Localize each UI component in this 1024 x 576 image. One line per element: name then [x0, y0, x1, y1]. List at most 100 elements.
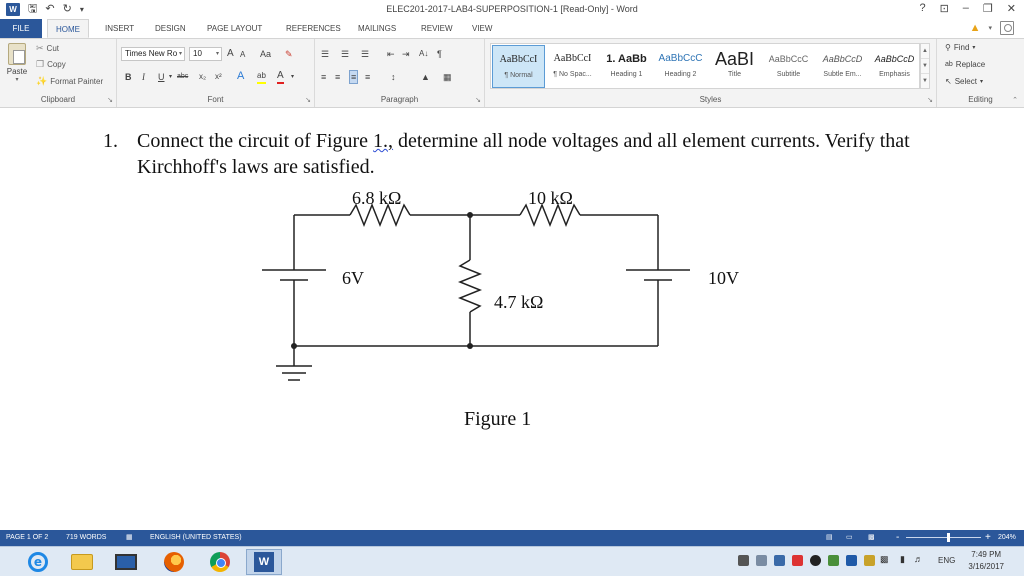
select-button[interactable]: ↖ Select ▾ — [945, 77, 983, 86]
taskbar-chrome[interactable] — [202, 549, 238, 575]
gallery-down-icon[interactable]: ▼ — [921, 59, 929, 74]
replace-button[interactable]: ab Replace — [945, 60, 985, 69]
gallery-up-icon[interactable]: ▲ — [921, 44, 929, 59]
italic-button[interactable]: I — [142, 71, 145, 83]
word-count[interactable]: 719 WORDS — [66, 530, 106, 546]
taskbar-remote-desktop[interactable] — [108, 549, 144, 575]
style-heading-2[interactable]: AaBbCcC Heading 2 — [654, 45, 707, 88]
bold-button[interactable]: B — [125, 71, 132, 83]
gallery-more-icon[interactable]: ▼ — [921, 74, 929, 89]
paragraph-launcher-icon[interactable]: ↘ — [475, 96, 481, 104]
tab-home[interactable]: HOME — [47, 19, 89, 38]
grow-font-button[interactable]: A — [227, 48, 234, 60]
underline-button[interactable]: U — [158, 71, 165, 83]
align-right-icon[interactable]: ≡ — [349, 70, 359, 84]
sort-button[interactable]: A↓ — [419, 48, 428, 60]
cut-button[interactable]: ✂ Cut — [36, 43, 59, 54]
style-subtle-emphasis[interactable]: AaBbCcD Subtle Em... — [816, 45, 869, 88]
web-layout-icon[interactable]: ▩ — [868, 530, 875, 546]
style-no-spacing[interactable]: AaBbCcI ¶ No Spac... — [546, 45, 599, 88]
clipboard-launcher-icon[interactable]: ↘ — [107, 96, 113, 104]
font-launcher-icon[interactable]: ↘ — [305, 96, 311, 104]
tray-security-icon[interactable] — [810, 555, 821, 566]
style-heading-1[interactable]: 1. AaBb Heading 1 — [600, 45, 653, 88]
tab-insert[interactable]: INSERT — [97, 19, 142, 38]
tray-display-icon[interactable] — [846, 555, 857, 566]
signal-icon[interactable]: ▩ — [880, 554, 889, 565]
change-case-button[interactable]: Aa — [260, 48, 271, 60]
font-size-dropdown[interactable]: 10 ▾ — [189, 47, 222, 61]
increase-indent-icon[interactable]: ⇥ — [402, 48, 410, 60]
justify-icon[interactable]: ≡ — [365, 71, 370, 83]
document-page[interactable]: 1. Connect the circuit of Figure 1., det… — [0, 108, 1024, 530]
font-name-dropdown[interactable]: Times New Ro ▾ — [121, 47, 185, 61]
tray-app-icon[interactable] — [738, 555, 749, 566]
taskbar-file-explorer[interactable] — [64, 549, 100, 575]
proofing-icon[interactable]: ▦ — [126, 530, 133, 546]
multilevel-list-icon[interactable]: ☰ — [361, 48, 369, 60]
tab-references[interactable]: REFERENCES — [278, 19, 349, 38]
close-button[interactable]: ✕ — [1007, 2, 1016, 15]
line-spacing-icon[interactable]: ↕ — [391, 71, 396, 83]
collapse-ribbon-icon[interactable]: ⌃ — [1012, 96, 1018, 104]
align-left-icon[interactable]: ≡ — [321, 71, 326, 83]
zoom-out-button[interactable]: - — [896, 530, 899, 546]
tray-flag-icon[interactable] — [864, 555, 875, 566]
tab-file[interactable]: FILE — [0, 19, 42, 38]
subscript-button[interactable]: x₂ — [199, 71, 206, 83]
find-button[interactable]: ⚲ Find ▾ — [945, 43, 975, 52]
read-mode-icon[interactable]: ▤ — [826, 530, 833, 546]
minimize-button[interactable]: – — [963, 2, 969, 15]
avatar[interactable] — [1000, 21, 1014, 35]
account-dropdown-icon[interactable]: ▾ — [988, 24, 992, 32]
warning-icon[interactable]: ▲ — [970, 22, 981, 34]
language-indicator[interactable]: ENGLISH (UNITED STATES) — [150, 530, 242, 546]
paste-button[interactable]: Paste ▾ — [6, 43, 28, 83]
clear-formatting-icon[interactable]: ✎ — [285, 48, 293, 60]
taskbar-word[interactable]: W — [246, 549, 282, 575]
taskbar-internet-explorer[interactable]: e — [20, 549, 56, 575]
print-layout-icon[interactable]: ▭ — [846, 530, 853, 546]
style-normal[interactable]: AaBbCcI ¶ Normal — [492, 45, 545, 88]
help-button[interactable]: ? — [919, 2, 925, 15]
align-center-icon[interactable]: ≡ — [335, 71, 340, 83]
shrink-font-button[interactable]: A — [240, 49, 245, 61]
bullets-icon[interactable]: ☰ — [321, 48, 329, 60]
style-subtitle[interactable]: AaBbCcC Subtitle — [762, 45, 815, 88]
tab-page-layout[interactable]: PAGE LAYOUT — [199, 19, 270, 38]
paste-dropdown-icon[interactable]: ▾ — [6, 76, 28, 83]
style-emphasis[interactable]: AaBbCcD Emphasis — [868, 45, 921, 88]
font-color-button[interactable]: A — [277, 70, 284, 84]
show-formatting-marks-button[interactable]: ¶ — [437, 48, 442, 60]
tray-network-app-icon[interactable] — [774, 555, 785, 566]
highlight-button[interactable]: ab — [257, 70, 266, 84]
font-color-dropdown-icon[interactable]: ▾ — [291, 71, 294, 83]
zoom-level[interactable]: 204% — [998, 530, 1016, 546]
input-language[interactable]: ENG — [938, 556, 955, 565]
taskbar-firefox[interactable] — [156, 549, 192, 575]
zoom-slider-track[interactable] — [906, 537, 981, 538]
style-title[interactable]: AaBI Title — [708, 45, 761, 88]
tab-review[interactable]: REVIEW — [413, 19, 461, 38]
zoom-slider-thumb[interactable] — [947, 533, 950, 542]
tray-window-icon[interactable] — [756, 555, 767, 566]
strikethrough-button[interactable]: abc — [177, 71, 188, 83]
tab-mailings[interactable]: MAILINGS — [350, 19, 404, 38]
volume-icon[interactable]: ♬ — [914, 554, 923, 564]
clock[interactable]: 7:49 PM 3/16/2017 — [968, 549, 1004, 573]
zoom-in-button[interactable]: + — [985, 530, 991, 546]
borders-icon[interactable]: ▦ — [443, 71, 452, 83]
numbering-icon[interactable]: ☰ — [341, 48, 349, 60]
restore-button[interactable]: ❐ — [983, 2, 993, 15]
tab-design[interactable]: DESIGN — [147, 19, 194, 38]
copy-button[interactable]: ❐ Copy — [36, 59, 66, 70]
underline-dropdown-icon[interactable]: ▾ — [169, 71, 172, 83]
text-effects-button[interactable]: A — [237, 70, 244, 82]
tray-antivirus-icon[interactable] — [792, 555, 803, 566]
tab-view[interactable]: VIEW — [464, 19, 500, 38]
superscript-button[interactable]: x² — [215, 71, 222, 83]
shading-icon[interactable]: ▲ — [421, 71, 430, 83]
decrease-indent-icon[interactable]: ⇤ — [387, 48, 395, 60]
format-painter-button[interactable]: ✨ Format Painter — [36, 76, 103, 87]
page-count[interactable]: PAGE 1 OF 2 — [6, 530, 48, 546]
